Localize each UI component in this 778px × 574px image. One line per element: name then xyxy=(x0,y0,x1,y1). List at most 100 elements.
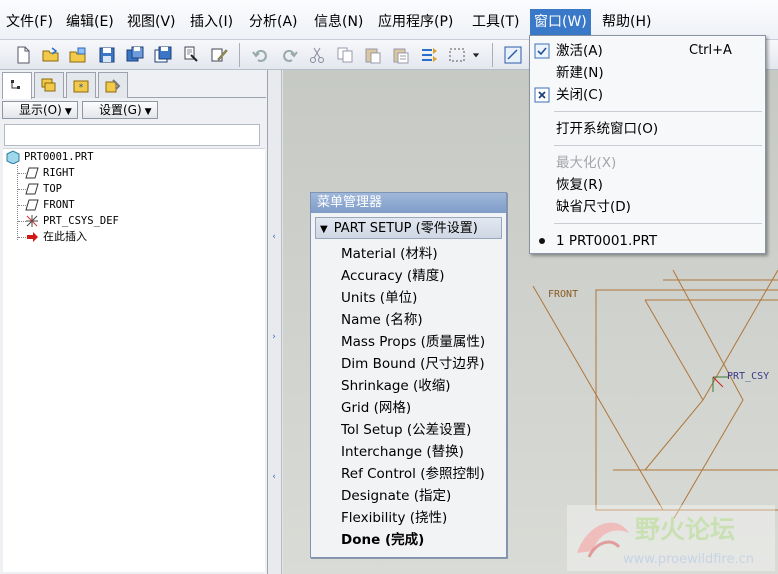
insert-here-arrow-icon xyxy=(27,232,38,242)
menu-item-done[interactable]: Done (完成) xyxy=(311,529,506,551)
menu-help[interactable]: 帮助(H) xyxy=(598,11,655,33)
new-file-icon[interactable] xyxy=(12,44,34,66)
show-dropdown[interactable]: 显示(O) ▼ xyxy=(2,101,78,119)
svg-text:*: * xyxy=(79,83,84,93)
datum-plane-icon xyxy=(25,183,39,195)
tree-filter-box[interactable] xyxy=(4,124,260,146)
window-menu-default-size[interactable]: 缺省尺寸(D) xyxy=(530,196,765,218)
window-menu-window-list-item[interactable]: 1 PRT0001.PRT xyxy=(530,230,765,252)
window-menu-activate[interactable]: 激活(A) Ctrl+A xyxy=(530,40,765,62)
window-menu-new[interactable]: 新建(N) xyxy=(530,62,765,84)
menu-window[interactable]: 窗口(W) xyxy=(530,9,591,35)
navigator-tabs: * xyxy=(2,72,266,99)
save-copy-icon[interactable] xyxy=(124,44,146,66)
menu-separator xyxy=(554,223,762,224)
csys-icon xyxy=(26,215,38,227)
paste-icon[interactable] xyxy=(362,44,384,66)
collapse-triangle-icon: ▼ xyxy=(320,224,328,235)
window-menu-dropdown: 激活(A) Ctrl+A 新建(N) 关闭(C) 打开系统窗口(O) 最大化(X… xyxy=(529,35,766,254)
csys-label: PRT_CSY xyxy=(727,371,769,382)
current-window-bullet-icon xyxy=(539,238,545,244)
menu-item-tol-setup[interactable]: Tol Setup (公差设置) xyxy=(311,419,506,441)
menu-item-material[interactable]: Material (材料) xyxy=(311,243,506,265)
datum-plane-icon xyxy=(25,167,39,179)
window-menu-open-system-window[interactable]: 打开系统窗口(O) xyxy=(530,118,765,140)
open-from-session-icon[interactable] xyxy=(67,44,89,66)
part-icon xyxy=(6,150,20,164)
splitter-grip-middle[interactable]: › xyxy=(270,320,278,354)
tree-item-part[interactable]: PRT0001.PRT xyxy=(6,149,94,165)
menu-separator xyxy=(554,111,762,112)
top-plane-edge xyxy=(532,285,664,511)
front-plane-outline xyxy=(595,289,778,511)
menu-manager-title: 菜单管理器 xyxy=(311,193,506,213)
settings-dropdown[interactable]: 设置(G) ▼ xyxy=(82,101,158,119)
drafting-icon[interactable] xyxy=(208,44,230,66)
undo-icon[interactable] xyxy=(250,44,272,66)
menu-item-units[interactable]: Units (单位) xyxy=(311,287,506,309)
tree-item-right[interactable]: RIGHT xyxy=(25,165,75,181)
menu-insert[interactable]: 插入(I) xyxy=(186,11,237,33)
backup-icon[interactable] xyxy=(152,44,174,66)
tree-item-top[interactable]: TOP xyxy=(25,181,62,197)
open-folder-icon[interactable] xyxy=(40,44,62,66)
print-icon[interactable] xyxy=(180,44,202,66)
window-menu-restore[interactable]: 恢复(R) xyxy=(530,174,765,196)
sketch-view-icon[interactable] xyxy=(502,44,524,66)
menu-item-grid[interactable]: Grid (网格) xyxy=(311,397,506,419)
navigator-panel: * 显示(O) ▼ 设置(G) ▼ PRT0001.PRT RIGHT TOP FR… xyxy=(0,70,268,574)
menu-item-shrinkage[interactable]: Shrinkage (收缩) xyxy=(311,375,506,397)
menu-item-interchange[interactable]: Interchange (替换) xyxy=(311,441,506,463)
menu-item-mass-props[interactable]: Mass Props (质量属性) xyxy=(311,331,506,353)
watermark-url: www.proewildfire.cn xyxy=(623,552,754,567)
model-tree: PRT0001.PRT RIGHT TOP FRONT PRT_CSYS_DEF… xyxy=(3,148,265,572)
connections-tab-icon[interactable] xyxy=(98,72,128,98)
menu-tools[interactable]: 工具(T) xyxy=(468,11,523,33)
menu-item-dim-bound[interactable]: Dim Bound (尺寸边界) xyxy=(311,353,506,375)
watermark-logo: 野火论坛 www.proewildfire.cn xyxy=(567,505,775,571)
activate-shortcut: Ctrl+A xyxy=(689,43,732,58)
activate-icon xyxy=(534,43,550,59)
tree-item-insert-here[interactable]: 在此插入 xyxy=(25,229,87,245)
menu-item-ref-control[interactable]: Ref Control (参照控制) xyxy=(311,463,506,485)
menu-view[interactable]: 视图(V) xyxy=(123,11,180,33)
tree-item-csys[interactable]: PRT_CSYS_DEF xyxy=(25,213,119,229)
splitter-grip-top[interactable]: ‹ xyxy=(270,220,278,254)
forum-watermark: 野火论坛 www.proewildfire.cn xyxy=(567,505,775,571)
layers-tab-icon[interactable] xyxy=(34,72,64,98)
front-plane-label: FRONT xyxy=(548,289,578,300)
dropdown-arrow-icon[interactable] xyxy=(468,44,484,66)
redo-icon[interactable] xyxy=(278,44,300,66)
menu-manager: 菜单管理器 ▼ PART SETUP (零件设置) Material (材料) A… xyxy=(310,192,507,558)
menu-item-name[interactable]: Name (名称) xyxy=(311,309,506,331)
menu-applications[interactable]: 应用程序(P) xyxy=(374,11,457,33)
window-menu-maximize: 最大化(X) xyxy=(556,155,617,171)
panel-splitter[interactable]: ‹ › ‹ xyxy=(268,70,282,574)
close-icon xyxy=(534,87,550,103)
menu-edit[interactable]: 编辑(E) xyxy=(62,11,118,33)
regenerate-icon[interactable] xyxy=(418,44,440,66)
menu-item-flexibility[interactable]: Flexibility (挠性) xyxy=(311,507,506,529)
save-icon[interactable] xyxy=(96,44,118,66)
menu-item-accuracy[interactable]: Accuracy (精度) xyxy=(311,265,506,287)
right-plane-edge xyxy=(644,299,704,471)
csys-marker xyxy=(712,376,728,392)
part-setup-header[interactable]: ▼ PART SETUP (零件设置) xyxy=(315,217,502,239)
splitter-grip-bottom[interactable]: ‹ xyxy=(270,460,278,494)
watermark-title: 野火论坛 xyxy=(635,515,735,544)
cut-icon[interactable] xyxy=(306,44,328,66)
menu-file[interactable]: 文件(F) xyxy=(2,11,57,33)
copy-icon[interactable] xyxy=(334,44,356,66)
tree-item-front[interactable]: FRONT xyxy=(25,197,75,213)
menu-separator xyxy=(554,145,762,146)
menu-analysis[interactable]: 分析(A) xyxy=(245,11,302,33)
datum-plane-icon xyxy=(25,199,39,211)
window-menu-close[interactable]: 关闭(C) xyxy=(530,84,765,106)
menu-bar: 文件(F) 编辑(E) 视图(V) 插入(I) 分析(A) 信息(N) 应用程序… xyxy=(0,0,778,40)
favorites-tab-icon[interactable]: * xyxy=(66,72,96,98)
paste-special-icon[interactable] xyxy=(390,44,412,66)
menu-info[interactable]: 信息(N) xyxy=(310,11,367,33)
model-tree-tab-icon[interactable] xyxy=(2,72,32,99)
menu-item-designate[interactable]: Designate (指定) xyxy=(311,485,506,507)
select-box-icon[interactable] xyxy=(446,44,468,66)
